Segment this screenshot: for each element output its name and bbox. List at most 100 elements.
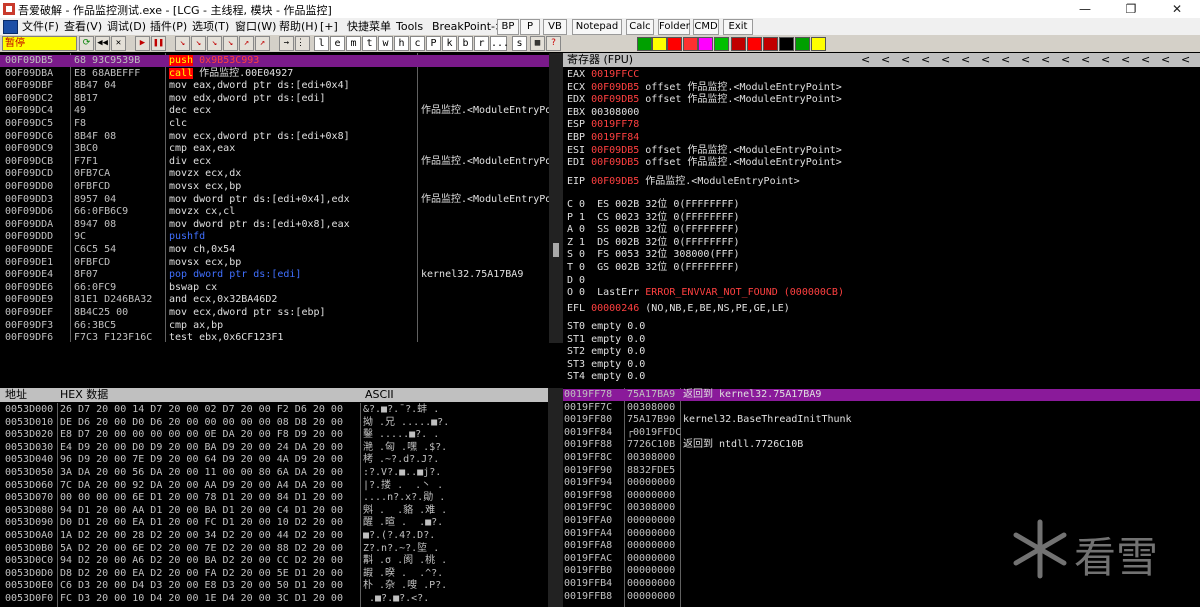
nav-arrow-icon[interactable]: <: [1181, 53, 1190, 67]
register-value[interactable]: 00F09DB5: [591, 157, 639, 168]
dump-row[interactable]: 0053D050 3A DA 20 00 56 DA 20 00 11 00 00…: [0, 467, 548, 479]
menu-plugins[interactable]: 插件(P): [150, 19, 187, 34]
flag-row[interactable]: O 0 LastErr ERROR_ENVVAR_NOT_FOUND (0000…: [567, 287, 844, 299]
plugin-icon-4[interactable]: [683, 37, 698, 51]
window-source-button[interactable]: s: [512, 36, 527, 51]
notepad-button[interactable]: Notepad: [572, 19, 622, 35]
maximize-icon[interactable]: ❐: [1108, 0, 1154, 18]
fpu-row[interactable]: ST2 empty 0.0: [567, 346, 645, 358]
register-row[interactable]: EDX 00F09DB5 offset 作品监控.<ModuleEntryPoi…: [567, 94, 842, 106]
window-breakpoints-button[interactable]: b: [458, 36, 473, 51]
fpu-row[interactable]: ST3 empty 0.0: [567, 359, 645, 371]
flag-row[interactable]: P 1 CS 0023 32位 0(FFFFFFFF): [567, 212, 740, 224]
menu-file[interactable]: 文件(F): [22, 19, 59, 34]
help-icon[interactable]: ?: [546, 36, 561, 51]
disasm-row[interactable]: 00F09DBA E8 68ABEFFF call 作品监控.00E04927: [0, 67, 549, 80]
list-icon[interactable]: ⋮⋮: [295, 36, 310, 51]
window-patches-button[interactable]: P: [426, 36, 441, 51]
nav-arrow-icon[interactable]: <: [1001, 53, 1010, 67]
menu-shortcuts[interactable]: 快捷菜单: [347, 19, 391, 34]
nav-arrow-icon[interactable]: <: [981, 53, 990, 67]
step-over-icon[interactable]: ↘: [191, 36, 206, 51]
eflags-row[interactable]: EFL 00000246 (NO,NB,E,BE,NS,PE,GE,LE): [567, 303, 790, 315]
disasm-row[interactable]: 00F09DDA 8947 08 mov dword ptr ds:[edi+0x8…: [0, 219, 549, 231]
window-callstack-button[interactable]: k: [442, 36, 457, 51]
disasm-row[interactable]: 00F09DC5 F8 clc: [0, 118, 549, 130]
window-more-button[interactable]: ...: [490, 36, 509, 51]
folder-button[interactable]: Folder: [658, 19, 690, 35]
dump-row[interactable]: 0053D080 94 D1 20 00 AA D1 20 00 BA D1 20…: [0, 505, 548, 517]
fpu-row[interactable]: ST1 empty 0.0: [567, 334, 645, 346]
go-to-icon[interactable]: ↗: [255, 36, 270, 51]
nav-arrow-icon[interactable]: <: [1121, 53, 1130, 67]
menu-tools[interactable]: Tools: [396, 19, 423, 34]
nav-arrow-icon[interactable]: <: [861, 53, 870, 67]
stack-row[interactable]: 0019FF94 00000000: [563, 477, 1200, 489]
disasm-row[interactable]: 00F09DC4 49 dec ecx 作品监控.<ModuleEntryPoint>: [0, 105, 549, 117]
disasm-row[interactable]: 00F09DDE C6C5 54 mov ch,0x54: [0, 244, 549, 256]
nav-arrow-icon[interactable]: <: [1141, 53, 1150, 67]
window-executables-button[interactable]: e: [330, 36, 345, 51]
close-process-icon[interactable]: ✕: [111, 36, 126, 51]
stack-row[interactable]: 0019FF7C 00308000: [563, 402, 1200, 414]
menu-breakpoint[interactable]: BreakPoint->: [432, 19, 504, 34]
disasm-row[interactable]: 00F09DE1 0FBFCD movsx ecx,bp: [0, 257, 549, 269]
dump-scrollbar[interactable]: [548, 388, 563, 607]
stack-row[interactable]: 0019FF90 8832FDE5: [563, 465, 1200, 477]
stack-row[interactable]: 0019FF84 ┌0019FFDC: [563, 427, 1200, 439]
flag-row[interactable]: D 0: [567, 275, 585, 287]
dump-row[interactable]: 0053D020 E8 D7 20 00 00 00 00 00 0E DA 20…: [0, 429, 548, 441]
restart-icon[interactable]: ⟳: [79, 36, 94, 51]
register-row[interactable]: EDI 00F09DB5 offset 作品监控.<ModuleEntryPoi…: [567, 157, 842, 169]
plugin-icon-5[interactable]: [698, 37, 713, 51]
menu-window[interactable]: 窗口(W): [235, 19, 276, 34]
plugin-icon-11[interactable]: [795, 37, 810, 51]
dump-row[interactable]: 0053D0E0 C6 D3 20 00 D4 D3 20 00 E8 D3 20…: [0, 580, 548, 592]
plugin-icon-7[interactable]: [731, 37, 746, 51]
flag-row[interactable]: S 0 FS 0053 32位 308000(FFF): [567, 249, 740, 261]
nav-arrow-icon[interactable]: <: [1081, 53, 1090, 67]
window-windows-button[interactable]: w: [378, 36, 393, 51]
disasm-row[interactable]: 00F09DE6 66:0FC9 bswap cx: [0, 282, 549, 294]
fpu-row[interactable]: ST0 empty 0.0: [567, 321, 645, 333]
dump-row[interactable]: 0053D060 7C DA 20 00 92 DA 20 00 AA D9 20…: [0, 480, 548, 492]
dump-row[interactable]: 0053D0D0 D8 D2 20 00 EA D2 20 00 FA D2 20…: [0, 568, 548, 580]
register-value[interactable]: 0019FFCC: [591, 69, 639, 80]
register-row[interactable]: EIP 00F09DB5 作品监控.<ModuleEntryPoint>: [567, 176, 800, 188]
disasm-row[interactable]: 00F09DE4 8F07 pop dword ptr ds:[edi] kernel…: [0, 269, 549, 281]
disasm-row[interactable]: 00F09DB5 68 93C9539B push 0x9B53C993: [0, 55, 549, 67]
system-menu-icon[interactable]: [3, 20, 18, 34]
plugin-icon-8[interactable]: [747, 37, 762, 51]
window-handles-button[interactable]: h: [394, 36, 409, 51]
dump-row[interactable]: 0053D0B0 5A D2 20 00 6E D2 20 00 7E D2 20…: [0, 543, 548, 555]
window-references-button[interactable]: r: [474, 36, 489, 51]
step-into-icon[interactable]: ↘: [175, 36, 190, 51]
register-value[interactable]: 00F09DB5: [591, 82, 639, 93]
dump-row[interactable]: 0053D040 96 D9 20 00 7E D9 20 00 64 D9 20…: [0, 454, 548, 466]
nav-arrow-icon[interactable]: <: [1161, 53, 1170, 67]
dump-row[interactable]: 0053D010 DE D6 20 00 D0 D6 20 00 00 00 00…: [0, 417, 548, 429]
disasm-row[interactable]: 00F09DC9 3BC0 cmp eax,eax: [0, 143, 549, 155]
disasm-row[interactable]: 00F09DEF 8B4C25 00 mov ecx,dword ptr ss:[e…: [0, 307, 549, 319]
nav-arrow-icon[interactable]: <: [1041, 53, 1050, 67]
disassembly-pane[interactable]: 00F09DB5 68 93C9539B push 0x9B53C993 00F09D…: [0, 53, 549, 342]
p-button[interactable]: P: [520, 19, 540, 35]
register-value[interactable]: 00F09DB5: [591, 145, 639, 156]
scroll-thumb[interactable]: [553, 243, 559, 257]
register-row[interactable]: ECX 00F09DB5 offset 作品监控.<ModuleEntryPoi…: [567, 82, 842, 94]
plugin-icon-9[interactable]: [763, 37, 778, 51]
disassembly-scrollbar[interactable]: [549, 53, 563, 343]
register-value[interactable]: 00308000: [591, 107, 639, 118]
execute-till-return-icon[interactable]: ↗: [239, 36, 254, 51]
plugin-icon-10[interactable]: [779, 37, 794, 51]
disasm-row[interactable]: 00F09DE9 81E1 D246BA32 and ecx,0x32BA46D2: [0, 294, 549, 306]
pause-icon[interactable]: ❚❚: [151, 36, 166, 51]
dump-row[interactable]: 0053D070 00 00 00 00 6E D1 20 00 78 D1 20…: [0, 492, 548, 504]
cmd-button[interactable]: CMD: [693, 19, 719, 35]
register-value[interactable]: 00F09DB5: [591, 94, 639, 105]
trace-over-icon[interactable]: ↘: [223, 36, 238, 51]
disasm-row[interactable]: 00F09DDD 9C pushfd: [0, 231, 549, 243]
nav-arrow-icon[interactable]: <: [921, 53, 930, 67]
exit-button[interactable]: Exit: [723, 19, 753, 35]
menu-options[interactable]: 选项(T): [192, 19, 229, 34]
